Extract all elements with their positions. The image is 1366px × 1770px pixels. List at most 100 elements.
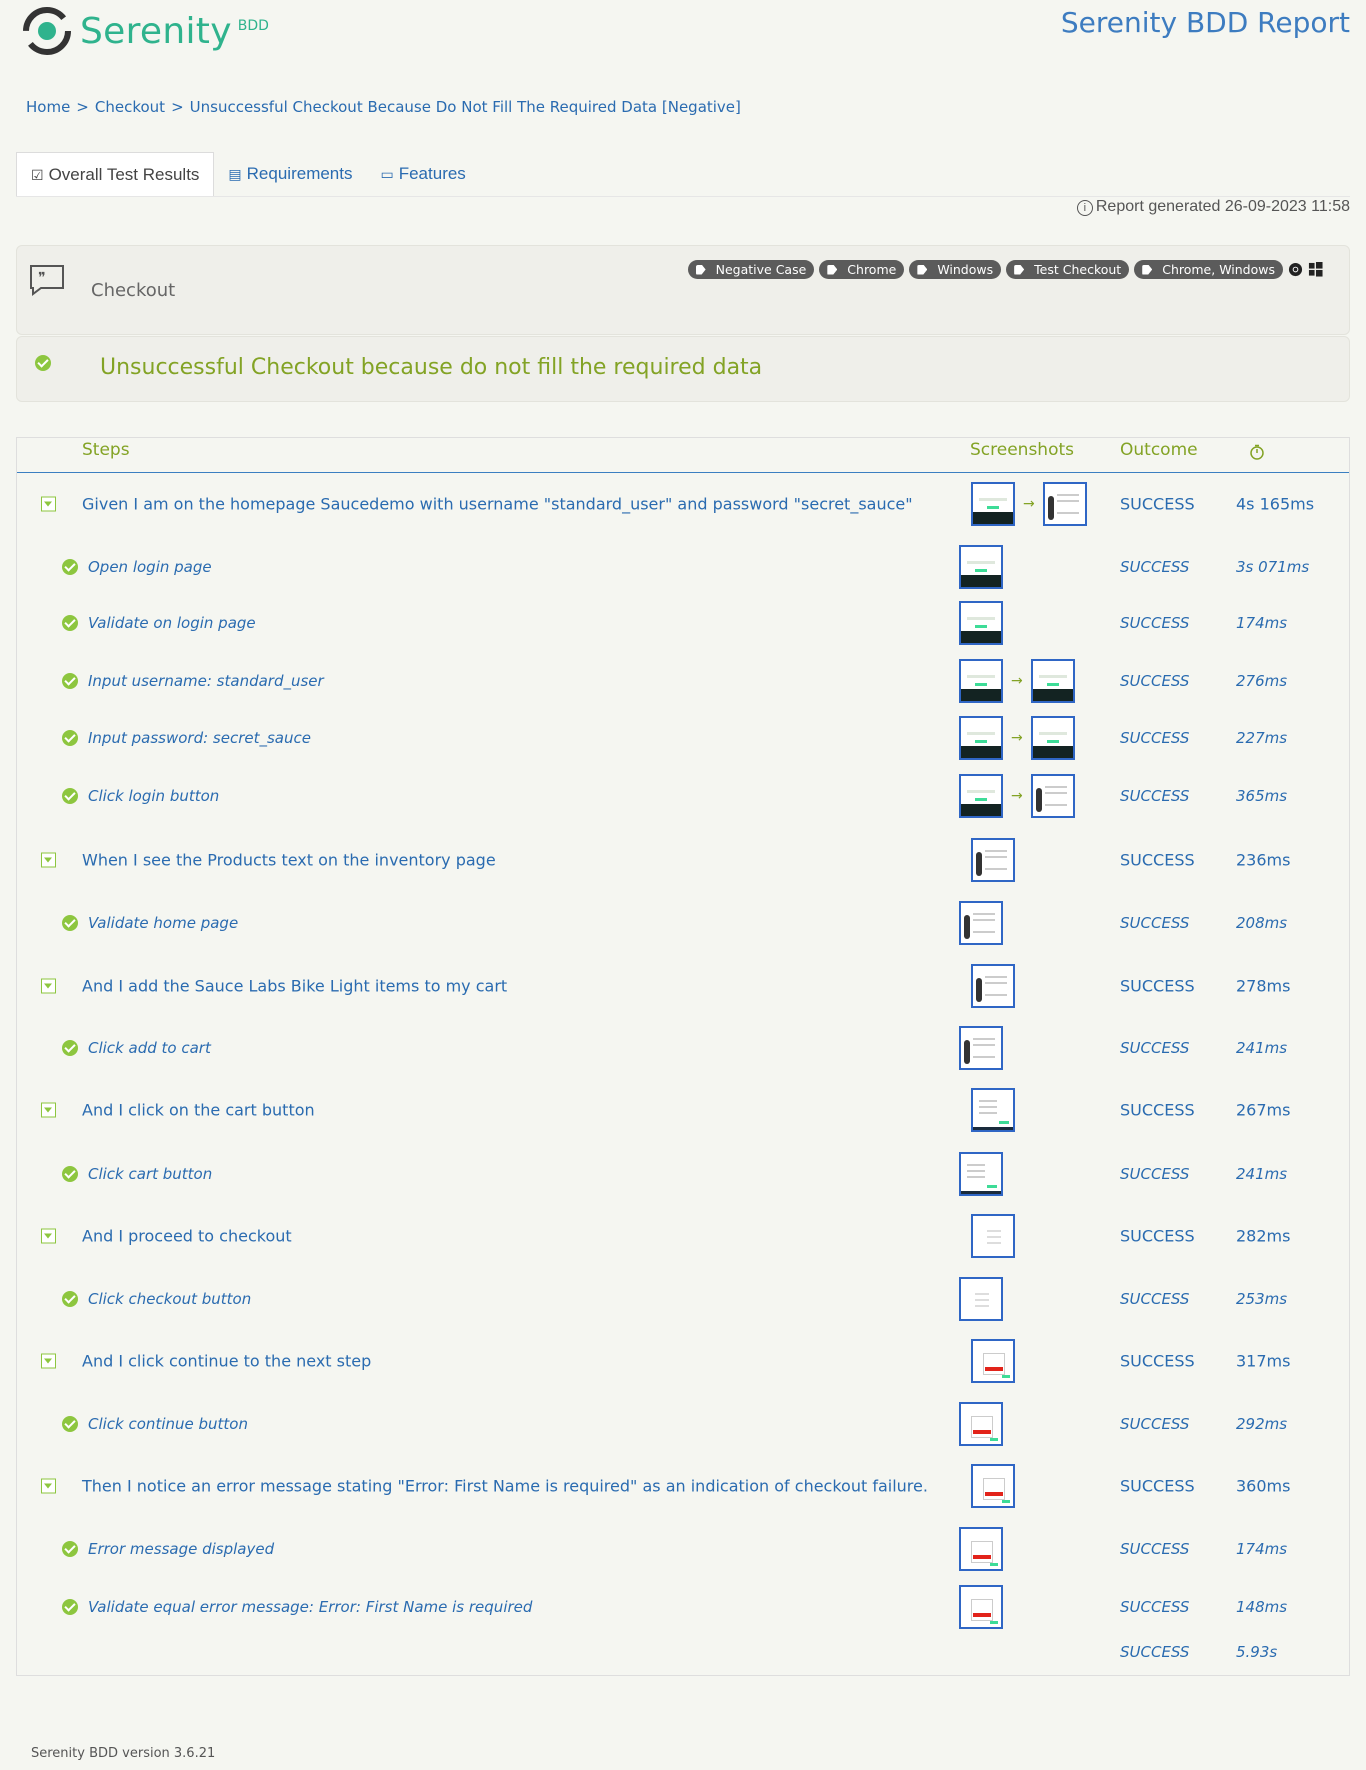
screenshot-thumbnail[interactable]	[1030, 659, 1075, 703]
tag-negative-case[interactable]: Negative Case	[687, 260, 815, 279]
screenshots-header: Screenshots	[970, 440, 1075, 460]
svg-text:❞: ❞	[38, 270, 46, 286]
screenshot-thumbnail[interactable]	[959, 1026, 1003, 1070]
screenshot-thumbnail[interactable]	[971, 1339, 1015, 1383]
collapse-toggle-icon[interactable]	[41, 978, 56, 994]
tag-windows[interactable]: Windows	[909, 260, 1002, 279]
tag-chrome-windows[interactable]: Chrome, Windows	[1134, 260, 1283, 279]
success-check-icon	[62, 673, 78, 689]
screenshot-thumbnail[interactable]	[971, 1088, 1015, 1132]
breadcrumb-feature[interactable]: Checkout	[95, 98, 165, 116]
screenshot-thumbnail[interactable]	[971, 1464, 1015, 1508]
arrow-right-icon: →	[1011, 788, 1023, 804]
step-row[interactable]: Given I am on the homepage Saucedemo wit…	[17, 478, 1349, 530]
total-outcome: SUCCESS	[1120, 1643, 1190, 1661]
tab-bar: ☑ Overall Test Results ▤ Requirements ▭ …	[16, 152, 1350, 197]
step-description: Input username: standard_user	[88, 672, 324, 690]
step-row[interactable]: And I proceed to checkout SUCCESS 282ms	[17, 1210, 1349, 1262]
tag-label: Test Checkout	[1034, 262, 1122, 277]
thumbnail-detail	[1046, 740, 1059, 743]
breadcrumb-home[interactable]: Home	[26, 98, 70, 116]
screenshot-thumbnail[interactable]	[959, 1585, 1003, 1629]
logo-bdd: BDD	[237, 18, 269, 34]
step-description: Validate on login page	[88, 614, 256, 632]
thumbnail-detail	[961, 804, 1001, 816]
windows-icon	[1308, 262, 1323, 277]
screenshot-thumbnail[interactable]	[959, 774, 1003, 818]
step-row[interactable]: And I add the Sauce Labs Bike Light item…	[17, 960, 1349, 1012]
screenshot-thumbnail[interactable]	[959, 716, 1003, 760]
tab-requirements[interactable]: ▤ Requirements	[214, 152, 366, 196]
thumbnail-detail	[971, 1541, 993, 1563]
substep-row: Click login button → SUCCESS 365ms	[17, 770, 1349, 822]
thumbnail-detail	[973, 913, 995, 915]
substep-row: Click add to cart SUCCESS 241ms	[17, 1022, 1349, 1074]
thumbnail-detail	[973, 1038, 995, 1040]
step-row[interactable]: And I click on the cart button SUCCESS 267…	[17, 1084, 1349, 1136]
screenshot-thumbnail[interactable]	[959, 659, 1003, 703]
feature-panel: ❞ Checkout Negative Case Chrome Windows …	[16, 245, 1350, 335]
success-check-icon	[62, 615, 78, 631]
screenshot-thumbnail[interactable]	[959, 1152, 1003, 1196]
step-screenshots	[959, 545, 1003, 589]
breadcrumb-scenario[interactable]: Unsuccessful Checkout Because Do Not Fil…	[190, 98, 741, 116]
tag-icon	[1142, 264, 1153, 275]
step-description: Click continue button	[88, 1415, 248, 1433]
collapse-toggle-icon[interactable]	[41, 496, 56, 512]
substep-row: Validate on login page SUCCESS 174ms	[17, 597, 1349, 649]
step-row[interactable]: And I click continue to the next step SUC…	[17, 1335, 1349, 1387]
thumbnail-detail	[985, 976, 1007, 978]
step-description: Click checkout button	[88, 1290, 252, 1308]
screenshot-thumbnail[interactable]	[959, 1402, 1003, 1446]
step-duration: 148ms	[1236, 1598, 1288, 1616]
step-duration: 267ms	[1236, 1100, 1291, 1120]
tag-icon	[1014, 264, 1025, 275]
screenshot-thumbnail[interactable]	[1042, 482, 1087, 526]
screenshot-thumbnail[interactable]	[971, 838, 1015, 882]
success-check-icon	[62, 1291, 78, 1307]
step-screenshots	[959, 601, 1003, 645]
thumbnail-detail	[964, 915, 970, 939]
collapse-toggle-icon[interactable]	[41, 1228, 56, 1244]
step-duration: 360ms	[1236, 1476, 1291, 1496]
collapse-toggle-icon[interactable]	[41, 852, 56, 868]
collapse-toggle-icon[interactable]	[41, 1353, 56, 1369]
thumbnail-detail	[975, 740, 987, 743]
steps-table-header: Steps Screenshots Outcome	[17, 438, 1349, 473]
screenshot-thumbnail[interactable]	[959, 545, 1003, 589]
step-outcome: SUCCESS	[1120, 850, 1195, 870]
step-screenshots: →	[959, 716, 1075, 760]
step-duration: 292ms	[1236, 1415, 1288, 1433]
thumbnail-detail	[990, 1563, 998, 1566]
screenshot-thumbnail[interactable]	[971, 964, 1015, 1008]
step-outcome: SUCCESS	[1120, 494, 1195, 514]
screenshot-thumbnail[interactable]	[959, 1277, 1003, 1321]
collapse-toggle-icon[interactable]	[41, 1478, 56, 1494]
step-row[interactable]: Then I notice an error message stating "…	[17, 1460, 1349, 1512]
tag-chrome[interactable]: Chrome	[819, 260, 905, 279]
step-duration: 241ms	[1236, 1165, 1288, 1183]
thumbnail-detail	[973, 512, 1013, 524]
tag-test-checkout[interactable]: Test Checkout	[1006, 260, 1130, 279]
step-row[interactable]: When I see the Products text on the inve…	[17, 834, 1349, 886]
screenshot-thumbnail[interactable]	[1030, 774, 1075, 818]
screenshot-thumbnail[interactable]	[959, 901, 1003, 945]
tab-features[interactable]: ▭ Features	[366, 152, 479, 196]
thumbnail-detail	[987, 1230, 1001, 1232]
step-screenshots	[971, 1339, 1015, 1383]
step-outcome: SUCCESS	[1120, 976, 1195, 996]
thumbnail-detail	[1032, 746, 1073, 758]
screenshot-thumbnail[interactable]	[1030, 716, 1075, 760]
thumbnail-detail	[961, 689, 1001, 701]
step-outcome: SUCCESS	[1120, 614, 1190, 632]
screenshot-thumbnail[interactable]	[971, 1214, 1015, 1258]
screenshot-thumbnail[interactable]	[959, 601, 1003, 645]
screenshot-thumbnail[interactable]	[959, 1527, 1003, 1571]
screenshot-thumbnail[interactable]	[971, 482, 1015, 526]
collapse-toggle-icon[interactable]	[41, 1102, 56, 1118]
success-check-icon	[62, 1166, 78, 1182]
tab-overall-test-results[interactable]: ☑ Overall Test Results	[16, 152, 215, 197]
serenity-logo[interactable]: Serenity BDD	[22, 6, 269, 56]
step-outcome: SUCCESS	[1120, 1598, 1190, 1616]
step-screenshots	[971, 1214, 1015, 1258]
